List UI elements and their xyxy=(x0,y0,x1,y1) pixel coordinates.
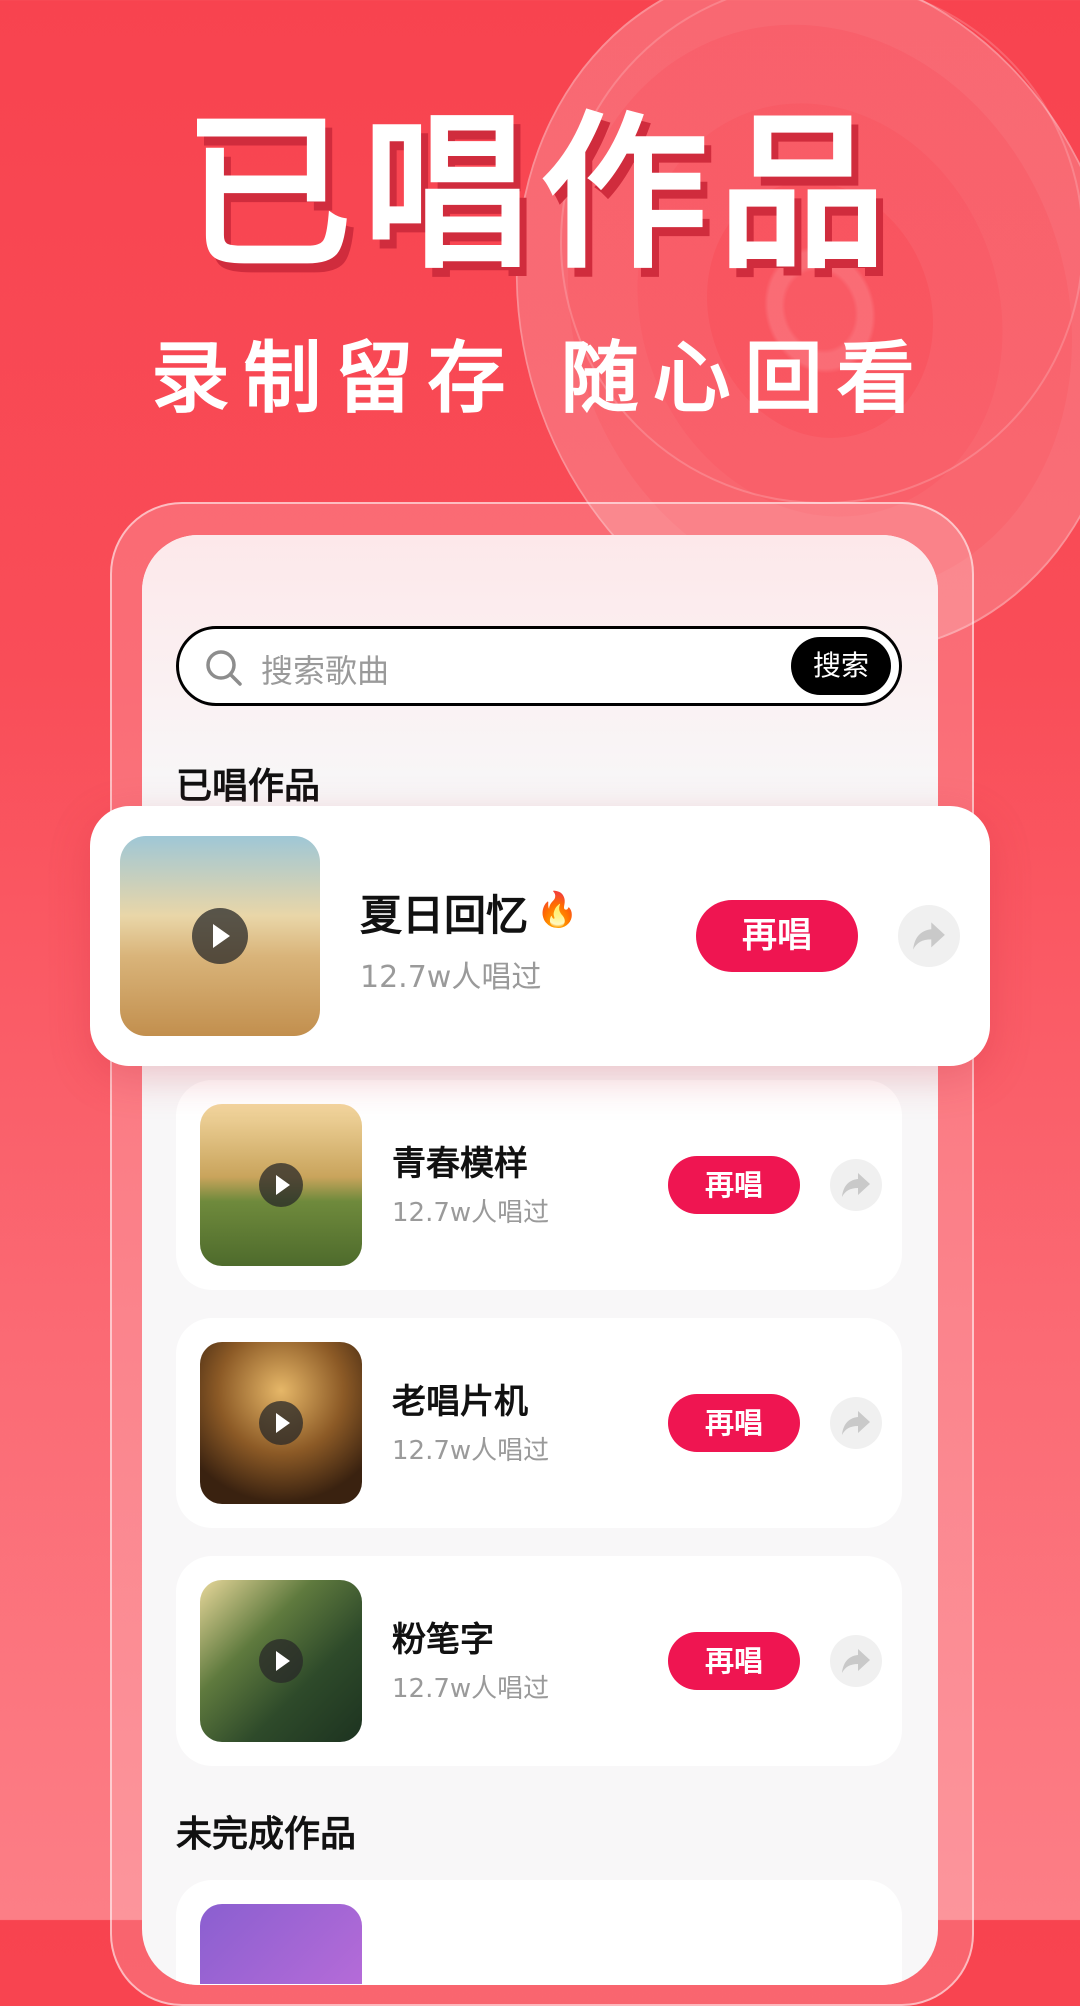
hero-title: 已唱作品 xyxy=(184,96,896,292)
hero-subtitle: 录制留存 随心回看 xyxy=(151,334,929,424)
song-card[interactable]: 老唱片机 12.7w人唱过 再唱 xyxy=(176,1318,902,1528)
fire-icon: 🔥 xyxy=(536,890,579,930)
play-icon[interactable] xyxy=(192,908,248,964)
song-card[interactable]: 青春模样 12.7w人唱过 再唱 xyxy=(176,1080,902,1290)
song-cover[interactable] xyxy=(200,1904,362,1984)
song-cover[interactable] xyxy=(200,1104,362,1266)
song-cover[interactable] xyxy=(200,1580,362,1742)
search-input[interactable]: 搜索歌曲 xyxy=(261,646,389,692)
search-bar[interactable]: 搜索歌曲 搜索 xyxy=(176,626,902,706)
song-sing-count: 12.7w人唱过 xyxy=(392,1436,550,1466)
resing-button[interactable]: 再唱 xyxy=(668,1156,800,1214)
featured-song-card[interactable]: 夏日回忆 🔥 12.7w人唱过 再唱 xyxy=(90,806,990,1066)
share-button[interactable] xyxy=(830,1635,882,1687)
song-sing-count: 12.7w人唱过 xyxy=(392,1674,550,1704)
play-icon[interactable] xyxy=(259,1639,303,1683)
share-icon xyxy=(842,1411,870,1435)
play-icon[interactable] xyxy=(259,1163,303,1207)
song-sing-count: 12.7w人唱过 xyxy=(392,1198,550,1228)
featured-song-cover[interactable] xyxy=(120,836,320,1036)
play-icon[interactable] xyxy=(259,1401,303,1445)
song-cover[interactable] xyxy=(200,1342,362,1504)
unfinished-song-card[interactable] xyxy=(176,1880,902,1985)
share-icon xyxy=(913,922,945,950)
song-title: 青春模样 xyxy=(392,1144,528,1184)
featured-song-title: 夏日回忆 xyxy=(360,891,529,940)
share-icon xyxy=(842,1649,870,1673)
section-title-sung: 已唱作品 xyxy=(176,766,321,807)
share-button[interactable] xyxy=(830,1397,882,1449)
song-title: 老唱片机 xyxy=(392,1382,528,1422)
song-card[interactable]: 粉笔字 12.7w人唱过 再唱 xyxy=(176,1556,902,1766)
resing-button[interactable]: 再唱 xyxy=(696,900,858,972)
search-button[interactable]: 搜索 xyxy=(791,637,891,695)
share-icon xyxy=(842,1173,870,1197)
featured-song-sing-count: 12.7w人唱过 xyxy=(360,960,542,995)
search-icon xyxy=(206,650,242,686)
app-screen: 搜索歌曲 搜索 已唱作品 青春模样 12.7w人唱过 再唱 老唱片机 12.7w… xyxy=(142,535,938,1985)
resing-button[interactable]: 再唱 xyxy=(668,1632,800,1690)
resing-button[interactable]: 再唱 xyxy=(668,1394,800,1452)
section-title-unfinished: 未完成作品 xyxy=(176,1814,357,1855)
share-button[interactable] xyxy=(898,905,960,967)
song-title: 粉笔字 xyxy=(392,1620,494,1660)
share-button[interactable] xyxy=(830,1159,882,1211)
